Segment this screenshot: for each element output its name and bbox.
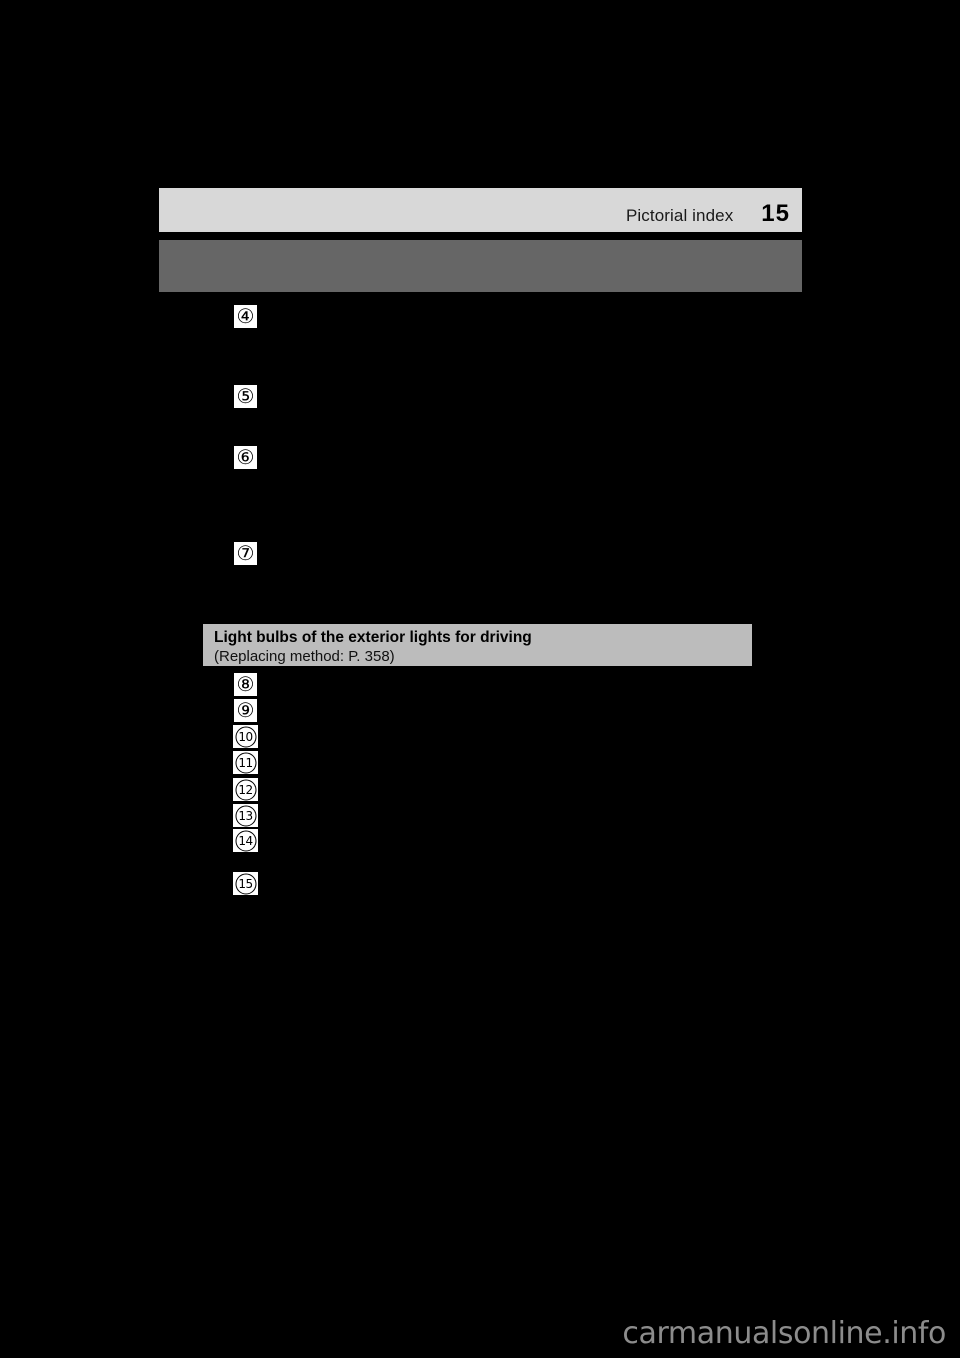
chapter-title: Pictorial index <box>625 206 734 225</box>
callout-number: ⑥ <box>236 445 255 469</box>
callout-marker-14: 14 <box>233 829 258 852</box>
callout-marker-8: ⑧ <box>234 673 257 696</box>
callout-marker-10: 10 <box>233 725 258 748</box>
page-header-band: Pictorial index 15 <box>159 188 802 232</box>
callout-number: 14 <box>238 833 253 848</box>
callout-marker-4: ④ <box>234 305 257 328</box>
callout-marker-11: 11 <box>233 751 258 774</box>
callout-marker-5: ⑤ <box>234 385 257 408</box>
page-header-content: Pictorial index 15 <box>626 200 802 228</box>
subsection-heading-bar: Light bulbs of the exterior lights for d… <box>203 624 752 666</box>
site-watermark: carmanualsonline.info <box>622 1316 946 1351</box>
callout-number: ④ <box>236 304 255 328</box>
callout-number: 10 <box>238 729 253 744</box>
callout-number: ⑨ <box>236 698 255 722</box>
subsection-title: Light bulbs of the exterior lights for d… <box>214 629 532 646</box>
callout-number: 12 <box>238 782 253 797</box>
callout-marker-7: ⑦ <box>234 542 257 565</box>
callout-marker-12: 12 <box>233 778 258 801</box>
callout-number: ⑦ <box>236 541 255 565</box>
page-number: 15 <box>761 200 790 227</box>
callout-number: ⑤ <box>236 384 255 408</box>
callout-number: 15 <box>238 876 253 891</box>
section-band <box>159 240 802 292</box>
callout-number: ⑧ <box>236 672 255 696</box>
callout-marker-9: ⑨ <box>234 699 257 722</box>
callout-marker-13: 13 <box>233 804 258 827</box>
callout-number: 11 <box>238 755 253 770</box>
callout-number: 13 <box>238 808 253 823</box>
callout-marker-6: ⑥ <box>234 446 257 469</box>
callout-marker-15: 15 <box>233 872 258 895</box>
subsection-reference: (Replacing method: P. 358) <box>214 648 395 665</box>
